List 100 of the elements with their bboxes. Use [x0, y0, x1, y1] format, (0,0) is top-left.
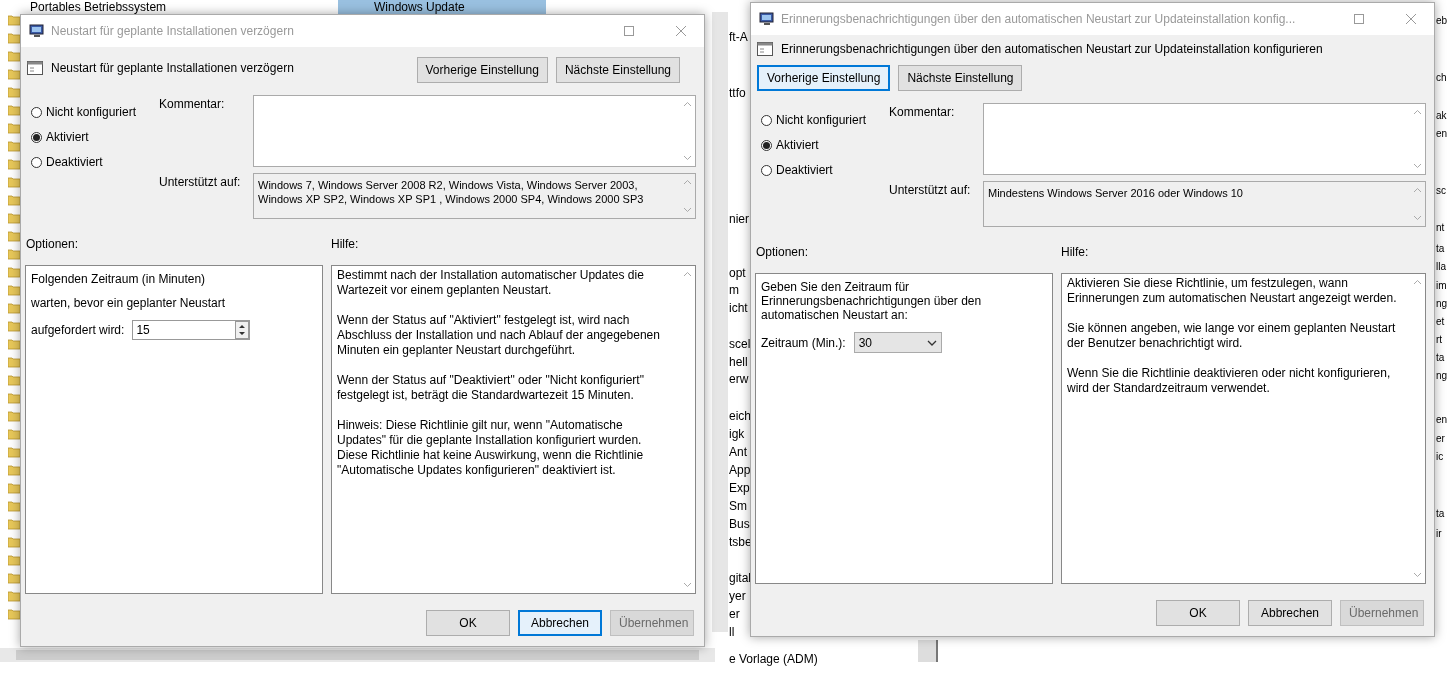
radio-button[interactable]: Nicht konfiguriert [31, 105, 159, 119]
partial-text: ll [729, 625, 735, 639]
partial-text: icht [729, 301, 748, 315]
policy-title: Erinnerungsbenachrichtigungen über den automatischen Neustart zur Updateinstallation konfigurieren [781, 42, 1323, 56]
scroll-down-icon[interactable] [682, 582, 692, 588]
cancel-button[interactable]: Abbrechen [518, 610, 602, 636]
partial-text: Sm [729, 499, 747, 513]
radio-button[interactable]: Nicht konfiguriert [761, 113, 889, 127]
selected-tab[interactable]: Windows Update [338, 0, 546, 14]
section-label: Optionen: [26, 237, 80, 251]
spinner-arrows-icon[interactable] [235, 321, 250, 339]
partial-text: Ant [729, 445, 747, 459]
partial-text: erw [729, 372, 749, 386]
scroll-up-icon[interactable] [682, 271, 692, 277]
partial-text: nt [1436, 222, 1445, 233]
partial-text: igk [729, 427, 745, 441]
option-text: Geben Sie den Zeitraum für Erinnerungsbenachrichtigungen über den automatischen Neustart an: [761, 280, 983, 322]
partial-text: hell [729, 355, 748, 369]
scroll-up-icon[interactable] [1412, 187, 1422, 193]
supported-platforms-text: Mindestens Windows Server 2016 oder Windows 10 [987, 186, 1244, 201]
close-icon[interactable] [1406, 14, 1416, 24]
period-dropdown[interactable]: 30 [853, 332, 942, 353]
field-label: Zeitraum (Min.): [761, 335, 846, 350]
partial-text: Exp [729, 481, 750, 495]
supported-platforms-text: Windows 7, Windows Server 2008 R2, Windows Vista, Windows Server 2003, Windows XP SP2, Windows XP SP1 , Windows 2000 SP4, Windows 2000 SP3 [257, 178, 645, 207]
field-label: Kommentar: [159, 96, 226, 113]
radio-button[interactable]: Deaktiviert [31, 155, 159, 169]
partial-text: ic [1436, 451, 1444, 462]
partial-text: gital [729, 571, 751, 585]
field-label: Kommentar: [889, 104, 956, 121]
previous-setting-button[interactable]: Vorherige Einstellung [416, 57, 548, 83]
chevron-down-icon [926, 339, 937, 346]
maximize-icon[interactable] [624, 26, 634, 36]
scroll-down-icon[interactable] [682, 207, 692, 213]
comment-field[interactable] [253, 95, 696, 167]
scroll-up-icon[interactable] [1412, 279, 1422, 285]
number-field[interactable]: 15 [132, 320, 251, 340]
scroll-up-icon[interactable] [1412, 109, 1422, 115]
scroll-down-icon[interactable] [1412, 163, 1422, 169]
partial-text: er [729, 607, 740, 621]
partial-text: en [1436, 414, 1448, 425]
partial-text: m [729, 283, 739, 297]
ok-button[interactable]: OK [1156, 600, 1240, 626]
field-label: Unterstützt auf: [159, 174, 242, 191]
next-setting-button[interactable]: Nächste Einstellung [898, 65, 1023, 91]
partial-text: opt [729, 266, 746, 280]
partial-text: er [1436, 433, 1445, 444]
partial-text: ta [1436, 243, 1445, 254]
maximize-icon[interactable] [1354, 14, 1364, 24]
section-label: Hilfe: [1061, 245, 1090, 259]
partial-text: e Vorlage (ADM) [729, 652, 818, 666]
partial-text: eb [1436, 15, 1448, 26]
partial-text: ta [1436, 352, 1445, 363]
partial-text: App [729, 463, 751, 477]
previous-setting-button[interactable]: Vorherige Einstellung [757, 65, 891, 91]
close-icon[interactable] [676, 26, 686, 36]
comment-field[interactable] [983, 103, 1426, 175]
partial-text: rt [1436, 334, 1443, 345]
window-title: Neustart für geplante Installationen verzögern [51, 24, 295, 38]
partial-text: en [1436, 128, 1448, 139]
partial-text: sc [1436, 185, 1446, 196]
radio-button[interactable]: Aktiviert [761, 138, 889, 152]
settings-window-icon [757, 41, 773, 57]
scroll-up-icon[interactable] [682, 179, 692, 185]
section-label: Hilfe: [331, 237, 360, 251]
ok-button[interactable]: OK [426, 610, 510, 636]
partial-text: ng [1436, 370, 1448, 381]
partial-text: ak [1436, 110, 1447, 121]
radio-button[interactable]: Deaktiviert [761, 163, 889, 177]
partial-text: im [1436, 280, 1447, 291]
partial-text: scel [729, 337, 751, 351]
partial-text: ft-A [729, 30, 748, 44]
option-text: Folgenden Zeitraum (in Minuten) [31, 272, 207, 286]
field-label: aufgefordert wird: [31, 323, 125, 337]
partial-text: et [1436, 316, 1445, 327]
settings-window-icon [27, 60, 43, 76]
tree-item[interactable]: Portables Betriebssystem [30, 0, 167, 14]
partial-text: Bus [729, 517, 750, 531]
window-title: Erinnerungsbenachrichtigungen über den automatischen Neustart zur Updateinstallation konfig... [781, 12, 1297, 26]
partial-text: ttfo [729, 86, 746, 100]
partial-text: nier [729, 212, 749, 226]
help-text: Bestimmt nach der Installation automatischer Updates die Wartezeit vor einem geplanten Neustart. Wenn der Status auf "Aktiviert" festgelegt ist, wird nach Abschluss der Installation und nach Ablauf der angegebenen Minuten ein geplanter Neustart durchgeführt. Wenn der Status auf "Deaktiviert" oder "Nicht konfiguriert" festgelegt ist, beträgt die Standardwartezeit 15 Minuten. Hinweis: Diese Richtlinie gilt nur, wenn "Automatische Updates" für die geplante Installation konfiguriert wurden. Diese Richtlinie hat keine Auswirkung, wenn die Richtlinie "Automatische Updates konfigurieren" deaktiviert ist. [336, 267, 661, 479]
partial-text: lla [1436, 261, 1446, 272]
help-text: Aktivieren Sie diese Richtlinie, um festzulegen, wann Erinnerungen zum automatischen Neustart angezeigt werden. Sie können angeben, wie lange vor einem geplanten Neustart der Benutzer benachrichtigt wird. Wenn Sie die Richtlinie deaktivieren oder nicht konfigurieren, wird der Standardzeitraum verwendet. [1066, 275, 1398, 397]
field-label: Unterstützt auf: [889, 182, 972, 199]
scroll-down-icon[interactable] [682, 155, 692, 161]
partial-text: ir [1436, 528, 1442, 539]
partial-text: eich [729, 409, 751, 423]
computer-icon [29, 23, 45, 39]
partial-text: yer [729, 589, 746, 603]
partial-text: ta [1436, 508, 1445, 519]
next-setting-button[interactable]: Nächste Einstellung [555, 57, 680, 83]
computer-icon [759, 11, 775, 27]
scroll-down-icon[interactable] [1412, 572, 1422, 578]
radio-button[interactable]: Aktiviert [31, 130, 159, 144]
scroll-down-icon[interactable] [1412, 215, 1422, 221]
partial-text: ch [1436, 72, 1447, 83]
scroll-up-icon[interactable] [682, 101, 692, 107]
cancel-button[interactable]: Abbrechen [1248, 600, 1332, 626]
policy-title: Neustart für geplante Installationen verzögern [51, 61, 294, 75]
